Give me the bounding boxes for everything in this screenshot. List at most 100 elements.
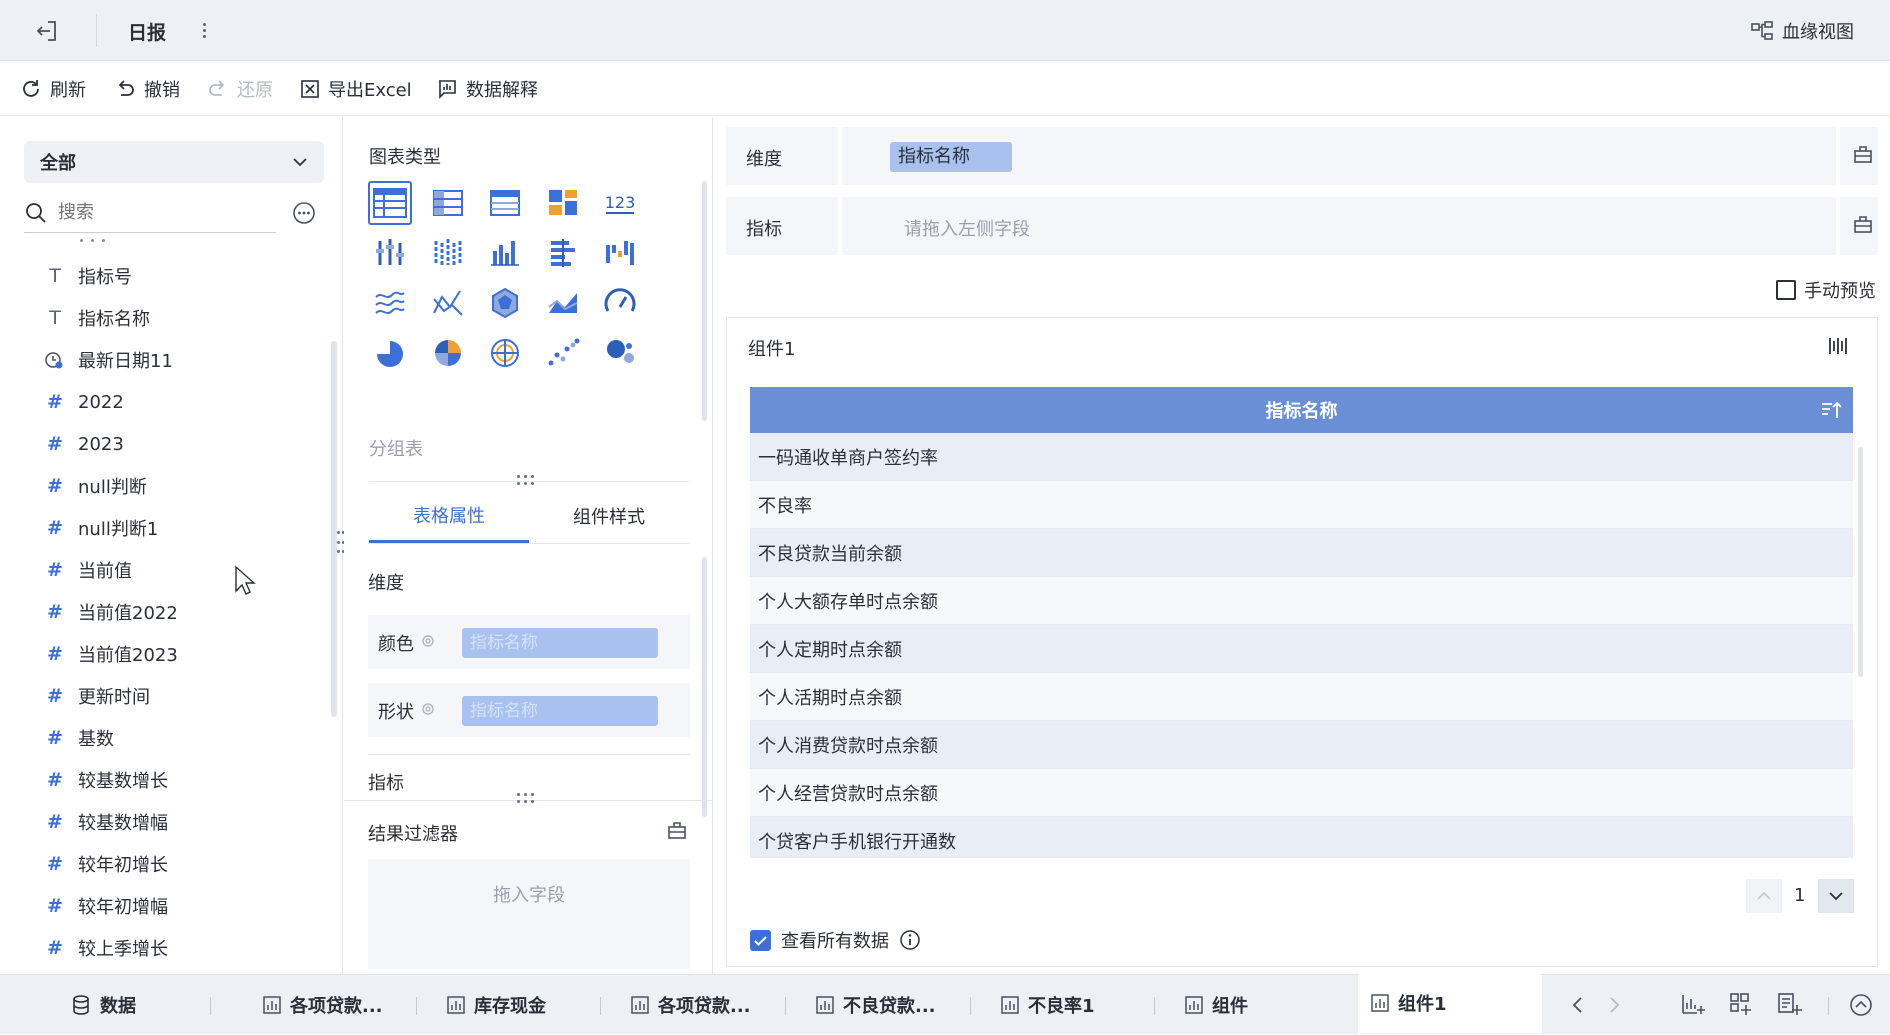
add-dashboard-icon[interactable] [1728,991,1754,1017]
tabs-left-arrow[interactable] [1566,993,1590,1017]
field-item[interactable]: 最新日期11 [44,339,173,381]
table-row[interactable]: 一码通收单商户签约率 [750,433,1853,481]
table-row[interactable]: 个贷客户手机银行开通数 [750,817,1853,858]
split-handle-top[interactable] [517,475,539,485]
sheet-tab[interactable]: 组件1 [1358,973,1542,1033]
field-item[interactable]: # 基数 [44,717,114,759]
area-chart-icon[interactable] [541,281,585,325]
column-chart-icon[interactable] [483,231,527,275]
search-box[interactable] [24,193,276,233]
lineage-view-button[interactable]: 血缘视图 [1750,14,1854,48]
sheet-tab[interactable]: 不良率1 [1000,975,1095,1035]
scope-select[interactable]: 全部 [24,141,324,183]
line-chart-icon[interactable] [368,281,412,325]
pie-chart-icon[interactable] [368,331,412,375]
number-card-icon[interactable]: 123 [598,181,642,225]
gauge-icon[interactable] [598,281,642,325]
export-excel-button[interactable]: 导出Excel [300,61,412,116]
search-icon [24,201,48,225]
config-scrollbar[interactable] [702,557,707,817]
field-label: 较年初增幅 [78,897,168,918]
bubble-chart-icon[interactable] [598,331,642,375]
field-item[interactable]: #2023 [44,423,124,465]
table-scrollbar[interactable] [1858,447,1863,677]
exit-icon[interactable] [34,18,60,44]
table-row[interactable]: 个人活期时点余额 [750,673,1853,721]
field-item[interactable]: # null判断 [44,465,147,507]
tab-data[interactable]: 数据 [70,975,136,1035]
color-field-chip[interactable]: 指标名称 [462,628,658,658]
table-row[interactable]: 个人经营贷款时点余额 [750,769,1853,817]
field-item[interactable]: # 较年初增幅 [44,885,168,927]
component-tab-icon [1184,995,1204,1015]
tab-component-style[interactable]: 组件样式 [529,489,689,543]
info-icon[interactable] [899,929,921,951]
radar-icon[interactable] [483,281,527,325]
view-all-data-toggle[interactable]: 查看所有数据 [750,927,921,953]
card-group-icon[interactable] [541,181,585,225]
sheet-tab[interactable]: 各项贷款... [630,975,751,1035]
table-icon[interactable] [368,181,412,225]
chart-grid-scrollbar[interactable] [702,181,707,421]
more-options-icon[interactable] [198,16,210,44]
filter-settings-icon[interactable] [666,819,688,841]
collapse-up-icon[interactable] [1848,992,1874,1018]
grouped-bar-icon[interactable] [368,231,412,275]
multi-line-icon[interactable] [426,281,470,325]
split-handle-bottom[interactable] [517,793,539,803]
field-item[interactable]: #2022 [44,381,124,423]
tab-table-properties[interactable]: 表格属性 [369,489,529,543]
table-row[interactable]: 个人消费贷款时点余额 [750,721,1853,769]
chart-type-selected-label: 分组表 [369,439,423,460]
table-row[interactable]: 不良率 [750,481,1853,529]
sheet-tab[interactable]: 各项贷款... [262,975,383,1035]
gear-icon[interactable] [420,701,436,717]
shape-field-chip[interactable]: 指标名称 [462,696,658,726]
refresh-button[interactable]: 刷新 [20,61,86,116]
page-prev-button[interactable] [1746,879,1782,913]
filter-dropzone[interactable]: 拖入字段 [368,859,690,969]
chevron-down-icon [290,152,310,172]
field-item[interactable]: T 指标名称 [44,297,150,339]
field-item[interactable]: # null判断1 [44,507,158,549]
page-next-button[interactable] [1818,879,1854,913]
field-label: 更新时间 [78,687,150,708]
svg-text:123: 123 [605,193,636,212]
redo-button[interactable]: 还原 [207,61,273,116]
table-row[interactable]: 个人定期时点余额 [750,625,1853,673]
add-story-icon[interactable] [1776,991,1802,1017]
sheet-tab[interactable]: 不良贷款... [815,975,936,1035]
number-type-icon: # [47,559,63,581]
more-circle-icon[interactable] [292,201,316,225]
donut-chart-icon[interactable] [426,331,470,375]
rose-chart-icon[interactable] [483,331,527,375]
field-item[interactable]: # 较上季增长 [44,927,168,969]
waterfall-icon[interactable] [598,231,642,275]
view-all-checkbox[interactable] [750,929,771,951]
field-item[interactable]: # 较基数增长 [44,759,168,801]
field-item[interactable]: T 指标号 [44,255,132,297]
detail-table-icon[interactable] [483,181,527,225]
stacked-column-icon[interactable] [426,231,470,275]
field-item[interactable]: # 较年初增长 [44,843,168,885]
sheet-tab[interactable]: 库存现金 [446,975,546,1035]
undo-button[interactable]: 撤销 [114,61,180,116]
field-item[interactable]: # 更新时间 [44,675,150,717]
bar-chart-icon[interactable] [541,231,585,275]
field-label: 2023 [78,433,124,455]
field-item[interactable]: # 当前值2022 [44,591,178,633]
field-item[interactable]: # 较基数增幅 [44,801,168,843]
field-item[interactable]: # 当前值 [44,549,132,591]
data-explain-button[interactable]: 数据解释 [436,61,538,116]
search-input[interactable] [58,202,258,223]
field-list-scrollbar[interactable] [331,341,337,717]
crosstab-icon[interactable] [426,181,470,225]
table-row[interactable]: 不良贷款当前余额 [750,529,1853,577]
scatter-icon[interactable] [541,331,585,375]
field-item[interactable]: # 当前值2023 [44,633,178,675]
gear-icon[interactable] [420,633,436,649]
table-row[interactable]: 个人大额存单时点余额 [750,577,1853,625]
sheet-tab[interactable]: 组件 [1184,975,1248,1035]
add-component-icon[interactable] [1680,991,1706,1017]
tabs-right-arrow[interactable] [1602,993,1626,1017]
